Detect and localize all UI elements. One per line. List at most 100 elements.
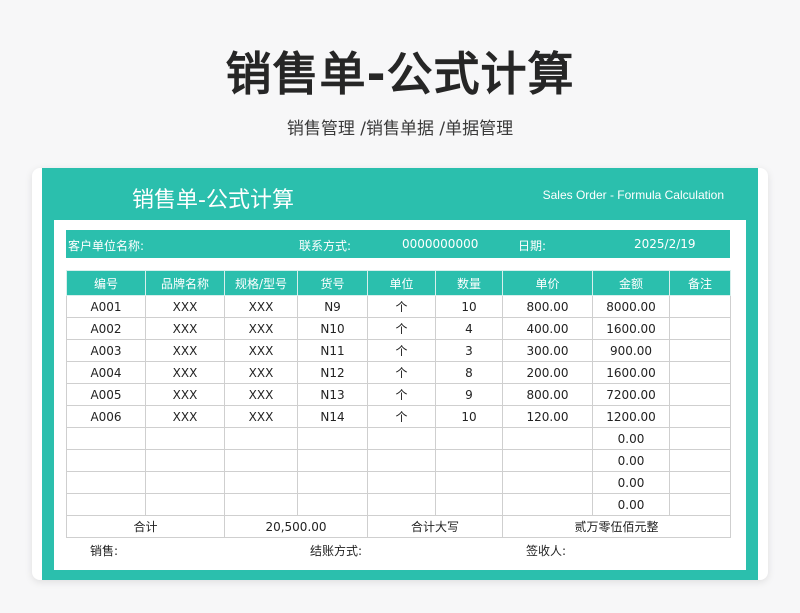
cell-unit[interactable]	[367, 427, 436, 450]
cell-remarks[interactable]	[669, 493, 731, 516]
cell-amount[interactable]: 0.00	[592, 449, 670, 472]
cell-brand[interactable]: XXX	[145, 361, 225, 384]
cell-id[interactable]: A004	[66, 361, 146, 384]
cell-id[interactable]: A006	[66, 405, 146, 428]
cell-unit-price[interactable]: 800.00	[502, 295, 593, 318]
cell-unit[interactable]: 个	[367, 295, 436, 318]
cell-remarks[interactable]	[669, 295, 731, 318]
cell-remarks[interactable]	[669, 361, 731, 384]
cell-id[interactable]: A001	[66, 295, 146, 318]
cell-amount[interactable]: 1200.00	[592, 405, 670, 428]
col-header-amount: 金额	[592, 270, 670, 296]
cell-item-no[interactable]	[297, 449, 368, 472]
cell-unit[interactable]: 个	[367, 383, 436, 406]
cell-spec[interactable]	[224, 449, 298, 472]
cell-unit[interactable]	[367, 449, 436, 472]
cell-id[interactable]	[66, 427, 146, 450]
cell-unit-price[interactable]: 120.00	[502, 405, 593, 428]
cell-quantity[interactable]	[435, 493, 503, 516]
cell-unit[interactable]	[367, 471, 436, 494]
cell-unit-price[interactable]	[502, 493, 593, 516]
cell-remarks[interactable]	[669, 471, 731, 494]
cell-spec[interactable]: XXX	[224, 317, 298, 340]
cell-item-no[interactable]: N12	[297, 361, 368, 384]
cell-brand[interactable]	[145, 427, 225, 450]
cell-item-no[interactable]: N14	[297, 405, 368, 428]
cell-unit-price[interactable]: 200.00	[502, 361, 593, 384]
cell-amount[interactable]: 1600.00	[592, 317, 670, 340]
cell-spec[interactable]	[224, 493, 298, 516]
cell-brand[interactable]	[145, 449, 225, 472]
cell-id[interactable]	[66, 471, 146, 494]
total-value[interactable]: 20,500.00	[224, 515, 368, 538]
cell-amount[interactable]: 1600.00	[592, 361, 670, 384]
cell-remarks[interactable]	[669, 427, 731, 450]
cell-item-no[interactable]: N10	[297, 317, 368, 340]
cell-id[interactable]	[66, 493, 146, 516]
cell-amount[interactable]: 7200.00	[592, 383, 670, 406]
cell-brand[interactable]: XXX	[145, 317, 225, 340]
cell-id[interactable]: A003	[66, 339, 146, 362]
cell-spec[interactable]: XXX	[224, 405, 298, 428]
cell-item-no[interactable]	[297, 427, 368, 450]
cell-brand[interactable]: XXX	[145, 383, 225, 406]
cell-quantity[interactable]: 8	[435, 361, 503, 384]
cell-quantity[interactable]: 4	[435, 317, 503, 340]
cell-unit-price[interactable]	[502, 471, 593, 494]
cell-brand[interactable]: XXX	[145, 405, 225, 428]
cell-brand[interactable]: XXX	[145, 339, 225, 362]
cell-amount[interactable]: 900.00	[592, 339, 670, 362]
cell-remarks[interactable]	[669, 449, 731, 472]
cell-id[interactable]: A002	[66, 317, 146, 340]
cell-quantity[interactable]	[435, 471, 503, 494]
cell-spec[interactable]: XXX	[224, 295, 298, 318]
cell-amount[interactable]: 0.00	[592, 427, 670, 450]
cell-item-no[interactable]: N9	[297, 295, 368, 318]
cell-unit[interactable]: 个	[367, 317, 436, 340]
cell-id[interactable]	[66, 449, 146, 472]
cell-brand[interactable]	[145, 493, 225, 516]
cell-remarks[interactable]	[669, 405, 731, 428]
cell-unit-price[interactable]: 300.00	[502, 339, 593, 362]
col-header-item-no: 货号	[297, 270, 368, 296]
cell-brand[interactable]: XXX	[145, 295, 225, 318]
cell-unit-price[interactable]: 400.00	[502, 317, 593, 340]
cell-unit[interactable]: 个	[367, 361, 436, 384]
cell-item-no[interactable]	[297, 471, 368, 494]
contact-value[interactable]: 0000000000	[402, 237, 478, 251]
cell-spec[interactable]: XXX	[224, 383, 298, 406]
cell-remarks[interactable]	[669, 339, 731, 362]
cell-quantity[interactable]	[435, 449, 503, 472]
cell-item-no[interactable]	[297, 493, 368, 516]
cell-quantity[interactable]	[435, 427, 503, 450]
col-header-unit: 单位	[367, 270, 436, 296]
cell-unit[interactable]: 个	[367, 405, 436, 428]
cell-quantity[interactable]: 3	[435, 339, 503, 362]
cell-unit[interactable]	[367, 493, 436, 516]
cell-amount[interactable]: 0.00	[592, 471, 670, 494]
cell-unit[interactable]: 个	[367, 339, 436, 362]
cell-remarks[interactable]	[669, 383, 731, 406]
total-capital-value[interactable]: 贰万零伍佰元整	[502, 515, 731, 538]
cell-spec[interactable]	[224, 427, 298, 450]
contact-label: 联系方式:	[299, 239, 352, 253]
cell-amount[interactable]: 8000.00	[592, 295, 670, 318]
cell-unit-price[interactable]	[502, 427, 593, 450]
cell-quantity[interactable]: 9	[435, 383, 503, 406]
cell-unit-price[interactable]	[502, 449, 593, 472]
cell-unit-price[interactable]: 800.00	[502, 383, 593, 406]
cell-item-no[interactable]: N11	[297, 339, 368, 362]
cell-spec[interactable]	[224, 471, 298, 494]
cell-quantity[interactable]: 10	[435, 405, 503, 428]
cell-quantity[interactable]: 10	[435, 295, 503, 318]
cell-item-no[interactable]: N13	[297, 383, 368, 406]
table-row: 0.00	[66, 449, 731, 472]
cell-spec[interactable]: XXX	[224, 339, 298, 362]
breadcrumb: 销售管理 /销售单据 /单据管理	[286, 119, 514, 139]
cell-brand[interactable]	[145, 471, 225, 494]
cell-spec[interactable]: XXX	[224, 361, 298, 384]
cell-id[interactable]: A005	[66, 383, 146, 406]
cell-amount[interactable]: 0.00	[592, 493, 670, 516]
cell-remarks[interactable]	[669, 317, 731, 340]
date-value[interactable]: 2025/2/19	[634, 237, 696, 251]
